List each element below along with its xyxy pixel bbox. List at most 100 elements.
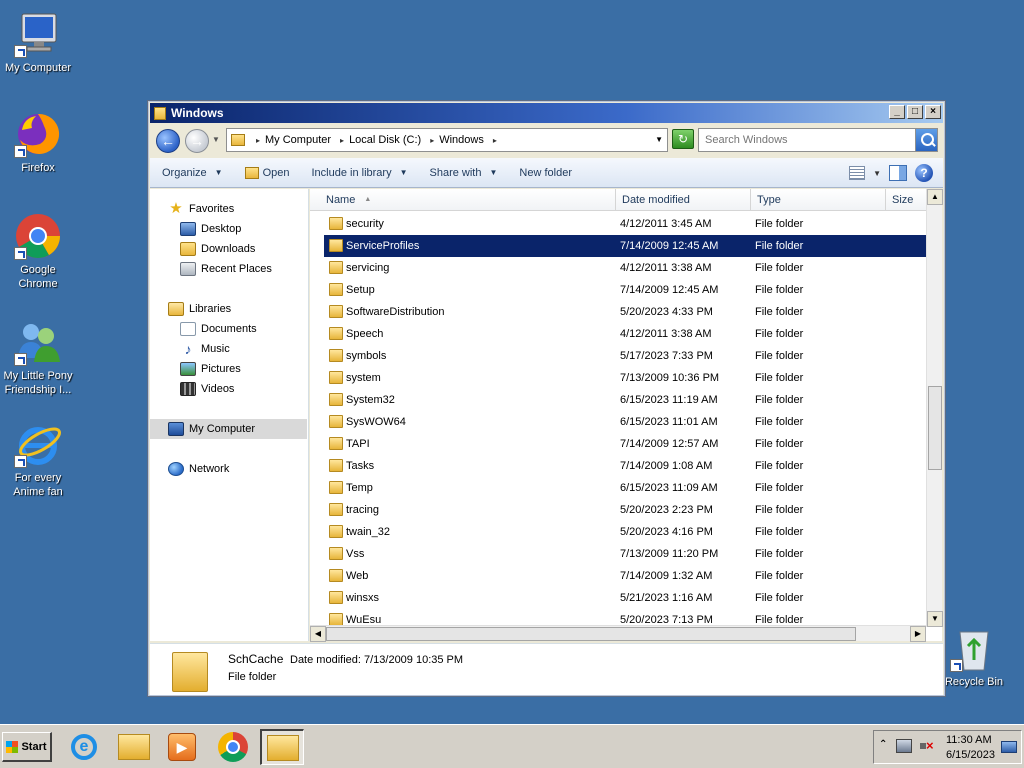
desktop-icon-google-chrome[interactable]: Google Chrome: [0, 212, 76, 291]
file-row[interactable]: twain_32 5/20/2023 4:16 PM File folder: [324, 521, 926, 543]
preview-pane-icon[interactable]: [889, 165, 907, 181]
navigation-pane: ★ Favorites Desktop Downloads Recent Pla…: [150, 189, 309, 641]
taskbar-internet-explorer[interactable]: e: [62, 729, 106, 765]
search-input[interactable]: [699, 130, 915, 150]
shortcut-arrow-icon: [14, 353, 27, 366]
volume-muted-icon[interactable]: [919, 738, 935, 753]
nav-desktop[interactable]: Desktop: [150, 219, 307, 239]
share-with-button[interactable]: Share with ▼: [430, 167, 498, 179]
column-header-date-modified[interactable]: Date modified: [616, 189, 751, 211]
chevron-right-icon[interactable]: ▸: [430, 136, 434, 145]
open-button[interactable]: Open: [244, 166, 289, 179]
breadcrumb-windows[interactable]: Windows: [439, 134, 484, 146]
clock-time[interactable]: 11:30 AM: [946, 734, 992, 746]
nav-pictures[interactable]: Pictures: [150, 359, 307, 379]
nav-libraries[interactable]: Libraries: [150, 299, 307, 319]
nav-network[interactable]: Network: [150, 459, 307, 479]
details-pane: SchCache Date modified: 7/13/2009 10:35 …: [150, 643, 943, 695]
scroll-down-button[interactable]: ▼: [927, 611, 943, 627]
nav-my-computer[interactable]: My Computer: [150, 419, 307, 439]
file-row[interactable]: Vss 7/13/2009 11:20 PM File folder: [324, 543, 926, 565]
maximize-button[interactable]: □: [907, 105, 923, 119]
taskbar-chrome[interactable]: [211, 729, 255, 765]
file-date-modified: 7/14/2009 12:45 AM: [620, 284, 719, 296]
file-row[interactable]: symbols 5/17/2023 7:33 PM File folder: [324, 345, 926, 367]
new-folder-button[interactable]: New folder: [519, 167, 572, 179]
title-bar[interactable]: Windows _ □ ×: [150, 103, 943, 123]
breadcrumb-local-disk[interactable]: Local Disk (C:): [349, 134, 421, 146]
network-icon[interactable]: [896, 739, 912, 753]
folder-icon: [329, 305, 343, 318]
refresh-button[interactable]: ↻: [672, 129, 694, 149]
file-row[interactable]: SoftwareDistribution 5/20/2023 4:33 PM Fil…: [324, 301, 926, 323]
shortcut-arrow-icon: [14, 247, 27, 260]
computer-icon: [168, 422, 184, 436]
start-button[interactable]: Start: [2, 732, 52, 762]
nav-label: Recent Places: [201, 263, 272, 275]
desktop-icon-for-every-anime-fan[interactable]: For every Anime fan: [0, 420, 76, 499]
file-row[interactable]: system 7/13/2009 10:36 PM File folder: [324, 367, 926, 389]
breadcrumb-my-computer[interactable]: My Computer: [265, 134, 331, 146]
nav-videos[interactable]: Videos: [150, 379, 307, 399]
recent-pages-dropdown[interactable]: ▼: [212, 135, 220, 144]
help-icon[interactable]: ?: [915, 164, 933, 182]
file-type: File folder: [755, 416, 804, 428]
nav-documents[interactable]: Documents: [150, 319, 307, 339]
column-header-size[interactable]: Size: [886, 189, 926, 211]
taskbar-explorer-active[interactable]: [260, 729, 304, 765]
file-row[interactable]: Web 7/14/2009 1:32 AM File folder: [324, 565, 926, 587]
nav-music[interactable]: ♪ Music: [150, 339, 307, 359]
file-row[interactable]: ServiceProfiles 7/14/2009 12:45 AM File fo…: [324, 235, 926, 257]
horizontal-scroll-thumb[interactable]: [326, 627, 856, 641]
column-header-type[interactable]: Type: [751, 189, 886, 211]
chevron-right-icon[interactable]: ▸: [340, 136, 344, 145]
chevron-down-icon[interactable]: ▼: [873, 169, 881, 178]
taskbar-media-player[interactable]: ▶: [160, 729, 204, 765]
file-row[interactable]: Tasks 7/14/2009 1:08 AM File folder: [324, 455, 926, 477]
desktop-icon-my-computer[interactable]: My Computer: [0, 10, 76, 75]
vertical-scroll-thumb[interactable]: [928, 386, 942, 470]
file-list: Name ▲ Date modified Type Size security 4…: [310, 189, 942, 641]
back-button[interactable]: ←: [156, 129, 180, 153]
search-icon[interactable]: [915, 129, 937, 151]
horizontal-scrollbar[interactable]: ◀ ▶: [310, 625, 926, 642]
include-in-library-button[interactable]: Include in library ▼: [311, 167, 407, 179]
file-type: File folder: [755, 262, 804, 274]
nav-label: Documents: [201, 323, 257, 335]
file-row[interactable]: SysWOW64 6/15/2023 11:01 AM File folder: [324, 411, 926, 433]
desktop-icon-my-little-pony[interactable]: My Little Pony Friendship I...: [0, 318, 76, 397]
nav-favorites[interactable]: ★ Favorites: [150, 199, 307, 219]
nav-recent-places[interactable]: Recent Places: [150, 259, 307, 279]
taskbar-folder[interactable]: [112, 729, 156, 765]
search-box[interactable]: [698, 128, 938, 152]
vertical-scrollbar[interactable]: ▲ ▼: [926, 189, 943, 627]
show-desktop-button[interactable]: [1001, 741, 1017, 753]
clock-date[interactable]: 6/15/2023: [946, 749, 995, 761]
show-hidden-icons-button[interactable]: ⌃: [879, 739, 887, 750]
file-row[interactable]: security 4/12/2011 3:45 AM File folder: [324, 213, 926, 235]
address-bar[interactable]: ▸ My Computer ▸ Local Disk (C:) ▸ Window…: [226, 128, 668, 152]
column-header-name[interactable]: Name ▲: [320, 189, 616, 211]
chevron-right-icon[interactable]: ▸: [493, 136, 497, 145]
scroll-right-button[interactable]: ▶: [910, 626, 926, 642]
forward-button[interactable]: →: [185, 129, 209, 153]
file-row[interactable]: System32 6/15/2023 11:19 AM File folder: [324, 389, 926, 411]
organize-button[interactable]: Organize ▼: [162, 167, 223, 179]
file-row[interactable]: tracing 5/20/2023 2:23 PM File folder: [324, 499, 926, 521]
nav-downloads[interactable]: Downloads: [150, 239, 307, 259]
close-button[interactable]: ×: [925, 105, 941, 119]
address-dropdown-icon[interactable]: ▼: [655, 135, 663, 144]
file-row[interactable]: winsxs 5/21/2023 1:16 AM File folder: [324, 587, 926, 609]
minimize-button[interactable]: _: [889, 105, 905, 119]
scroll-left-button[interactable]: ◀: [310, 626, 326, 642]
change-view-icon[interactable]: [849, 166, 866, 180]
file-row[interactable]: Setup 7/14/2009 12:45 AM File folder: [324, 279, 926, 301]
file-row[interactable]: TAPI 7/14/2009 12:57 AM File folder: [324, 433, 926, 455]
chevron-right-icon[interactable]: ▸: [256, 136, 260, 145]
desktop-icon-recycle-bin[interactable]: Recycle Bin: [936, 624, 1012, 689]
file-row[interactable]: Speech 4/12/2011 3:38 AM File folder: [324, 323, 926, 345]
file-row[interactable]: servicing 4/12/2011 3:38 AM File folder: [324, 257, 926, 279]
scroll-up-button[interactable]: ▲: [927, 189, 943, 205]
desktop-icon-firefox[interactable]: Firefox: [0, 110, 76, 175]
file-row[interactable]: Temp 6/15/2023 11:09 AM File folder: [324, 477, 926, 499]
